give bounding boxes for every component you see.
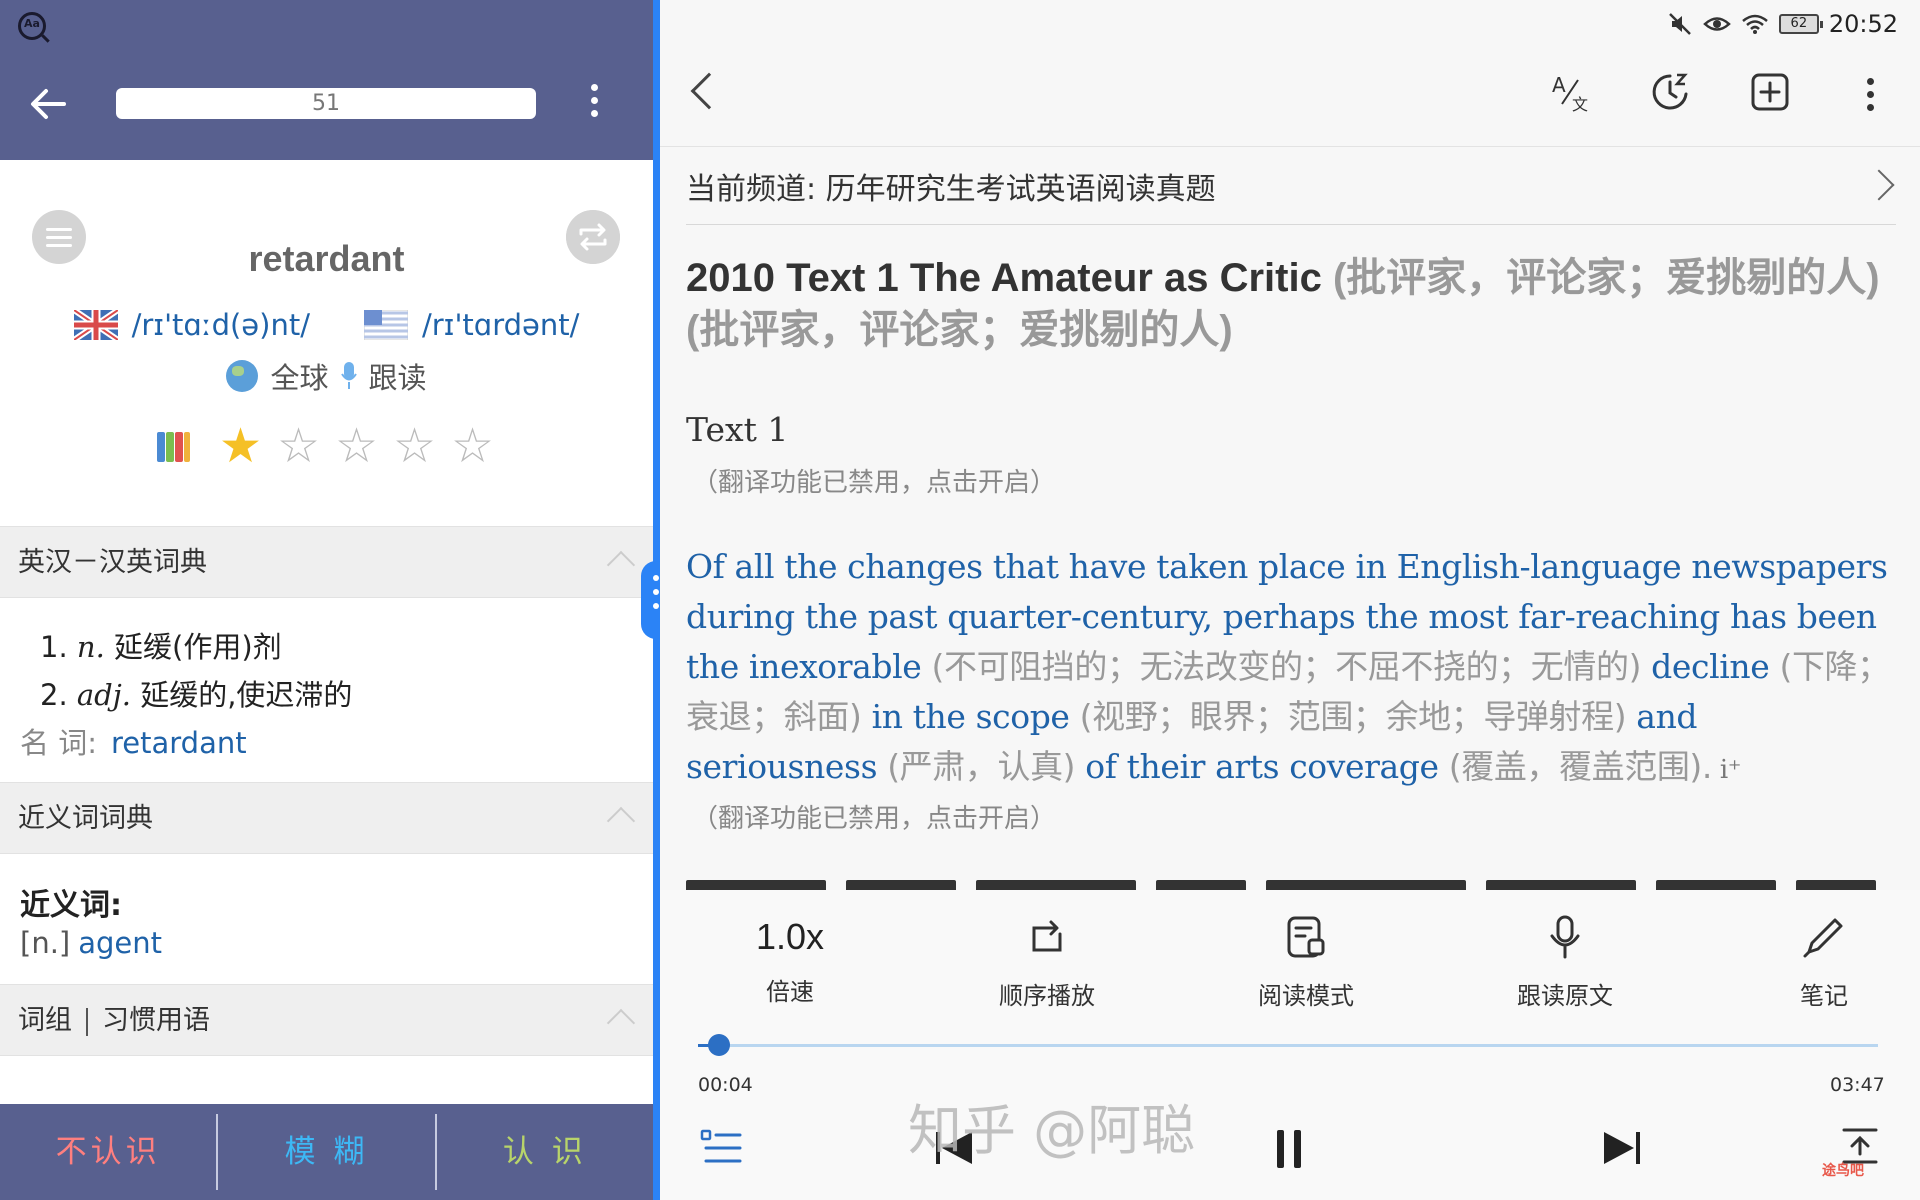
speed-control[interactable]: 1.0x 倍速 [710, 914, 870, 1007]
translation-disabled-link[interactable]: （翻译功能已禁用，点击开启） [692, 798, 1056, 835]
section-header-phrases[interactable]: 词组 习惯用语 [0, 984, 653, 1056]
playlist-icon[interactable] [700, 1128, 742, 1168]
reader-pane: 62 20:52 A 文 当前频道: 历年研究生考试英语阅读真题 2010 Te… [660, 0, 1920, 1200]
info-icon[interactable]: i⁺ [1712, 755, 1742, 785]
reader-toolbar: A 文 [660, 44, 1920, 146]
section-title: 词组 [18, 1005, 72, 1036]
star-icon[interactable]: ☆ [449, 422, 497, 470]
global-pronunciation-link[interactable]: 全球 [270, 355, 328, 397]
page-number-field[interactable]: 51 [116, 88, 536, 119]
familiarity-rating: ★ ☆ ☆ ☆ ☆ [0, 422, 653, 470]
globe-icon[interactable] [226, 360, 259, 392]
gloss-text[interactable]: (不可阻挡的；无法改变的；不屈不挠的；无情的) [921, 647, 1651, 686]
more-menu-icon[interactable] [588, 84, 600, 124]
fuzzy-button[interactable]: 模 糊 [218, 1104, 434, 1200]
noun-form-line: 名 词: retardant [20, 726, 247, 760]
reading-mode-control[interactable]: 阅读模式 [1226, 914, 1386, 1011]
pronunciation-actions: 全球 跟读 [0, 355, 653, 397]
translate-lens-icon[interactable]: Aa [18, 12, 46, 40]
microphone-icon [1550, 915, 1580, 959]
article-text[interactable]: decline [1651, 647, 1770, 686]
back-chevron-icon[interactable] [690, 72, 728, 110]
sleep-timer-icon[interactable] [1648, 70, 1692, 114]
reading-mode-icon [1287, 916, 1325, 958]
next-track-icon[interactable] [1600, 1128, 1644, 1168]
star-icon[interactable]: ☆ [275, 422, 323, 470]
svg-text:文: 文 [1572, 95, 1588, 114]
repeat-icon [1032, 920, 1062, 952]
translation-disabled-link[interactable]: （翻译功能已禁用，点击开启） [692, 462, 1056, 499]
speed-value: 1.0x [755, 916, 825, 957]
known-button[interactable]: 认 识 [437, 1104, 653, 1200]
star-icon[interactable]: ☆ [333, 422, 381, 470]
wordbook-icon[interactable] [156, 430, 191, 462]
article-text[interactable]: of their arts coverage [1085, 747, 1439, 786]
current-channel[interactable]: 当前频道: 历年研究生考试英语阅读真题 [686, 164, 1216, 208]
microphone-icon[interactable] [340, 361, 357, 391]
progress-track[interactable] [698, 1044, 1878, 1047]
us-flag-icon[interactable] [363, 310, 408, 340]
section-title: 近义词词典 [18, 803, 153, 834]
chevron-up-icon [606, 1008, 636, 1038]
noun-form-link[interactable]: retardant [111, 726, 247, 760]
word-card: retardant /rɪ'tɑːd(ə)nt/ /rɪ'tɑrdənt/ 全球 [0, 160, 653, 526]
dictionary-pane: Aa 51 retardant /rɪ'tɑːd(ə)nt/ /rɪ'tɑrdə… [0, 0, 653, 1200]
article-text[interactable]: in the scope [872, 697, 1070, 736]
pen-icon [1803, 918, 1843, 958]
follow-read-link[interactable]: 跟读 [369, 355, 427, 397]
play-order-control[interactable]: 顺序播放 [967, 914, 1127, 1011]
svg-text:A: A [1552, 73, 1566, 97]
synonym-heading: 近义词: [20, 888, 122, 923]
follow-original-control[interactable]: 跟读原文 [1485, 914, 1645, 1011]
status-bar: 62 20:52 [1667, 8, 1898, 40]
chevron-up-icon [606, 550, 636, 580]
synonym-line: [n.] agent [20, 926, 163, 960]
gloss-text[interactable]: (严肃，认真) [877, 747, 1085, 786]
section-header-en-cn[interactable]: 英汉－汉英词典 [0, 526, 653, 598]
us-phonetic[interactable]: /rɪ'tɑrdənt/ [422, 308, 579, 342]
mute-icon [1668, 13, 1691, 35]
uk-phonetic[interactable]: /rɪ'tɑːd(ə)nt/ [132, 308, 310, 342]
phonetics-row: /rɪ'tɑːd(ə)nt/ /rɪ'tɑrdənt/ [0, 308, 653, 342]
translate-toggle-icon[interactable]: A 文 [1548, 70, 1592, 114]
back-arrow-icon[interactable] [28, 84, 68, 124]
clock: 20:52 [1828, 10, 1898, 38]
synonym-link[interactable]: agent [78, 926, 162, 960]
article-paragraph[interactable]: Of all the changes that have taken place… [686, 542, 1898, 795]
wifi-icon [1742, 14, 1768, 34]
eye-comfort-icon [1702, 17, 1731, 31]
definition-item: 1. n. 延缓(作用)剂 [40, 630, 282, 664]
article-title: 2010 Text 1 The Amateur as Critic (批评家，评… [686, 256, 1880, 352]
star-icon[interactable]: ★ [217, 422, 265, 470]
audio-player: 1.0x 倍速 顺序播放 阅读模式 跟读原文 笔记 00:04 03:47 [660, 890, 1920, 1200]
total-time: 03:47 [1830, 1074, 1885, 1096]
pause-icon[interactable] [1274, 1128, 1304, 1170]
section-header-synonyms[interactable]: 近义词词典 [0, 782, 653, 854]
section-label: Text 1 [686, 410, 789, 449]
chevron-up-icon [606, 806, 636, 836]
definition-item: 2. adj. 延缓的,使迟滞的 [40, 678, 353, 712]
notes-control[interactable]: 笔记 [1744, 914, 1904, 1011]
more-menu-icon[interactable] [1864, 78, 1876, 118]
progress-knob[interactable] [708, 1034, 731, 1056]
add-box-icon[interactable] [1748, 70, 1792, 114]
section-title: 习惯用语 [102, 1005, 210, 1036]
chevron-right-icon[interactable] [1863, 169, 1895, 201]
section-title: 英汉－汉英词典 [18, 547, 207, 578]
headword: retardant [248, 238, 405, 279]
watermark: 知乎 @阿聪 [908, 1099, 1196, 1162]
gloss-text[interactable]: (覆盖，覆盖范围). [1439, 747, 1713, 786]
battery-icon: 62 [1778, 14, 1823, 34]
uk-flag-icon[interactable] [73, 310, 118, 340]
star-icon[interactable]: ☆ [391, 422, 439, 470]
elapsed-time: 00:04 [698, 1074, 753, 1096]
gloss-text[interactable]: (视野；眼界；范围；余地；导弹射程) [1070, 697, 1637, 736]
site-logo: 途鸟吧 [1822, 1163, 1864, 1179]
unknown-button[interactable]: 不认识 [0, 1104, 216, 1200]
familiarity-footer: 不认识 模 糊 认 识 [0, 1104, 653, 1200]
dictionary-header: Aa 51 [0, 0, 653, 160]
